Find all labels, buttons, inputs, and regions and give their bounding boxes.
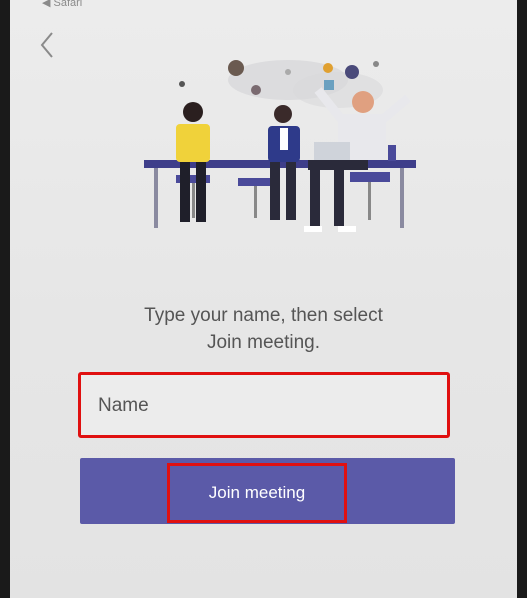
- chevron-left-icon: [40, 32, 53, 58]
- back-button[interactable]: [32, 28, 62, 62]
- join-meeting-label: Join meeting: [208, 483, 306, 502]
- instruction-line-1: Type your name, then select: [144, 305, 383, 326]
- join-meeting-bar[interactable]: Join meeting: [80, 458, 455, 524]
- name-input[interactable]: [96, 375, 440, 437]
- meeting-illustration: [144, 60, 416, 232]
- instruction-line-2: Join meeting.: [206, 332, 320, 353]
- instruction-text: Type your name, then select Join meeting…: [0, 302, 527, 356]
- join-meeting-button[interactable]: Join meeting: [167, 463, 347, 523]
- screen: ◀ Safari Type your name, then select Joi…: [10, 0, 517, 598]
- name-field-container: [78, 372, 450, 438]
- status-carrier[interactable]: ◀ Safari: [42, 0, 82, 9]
